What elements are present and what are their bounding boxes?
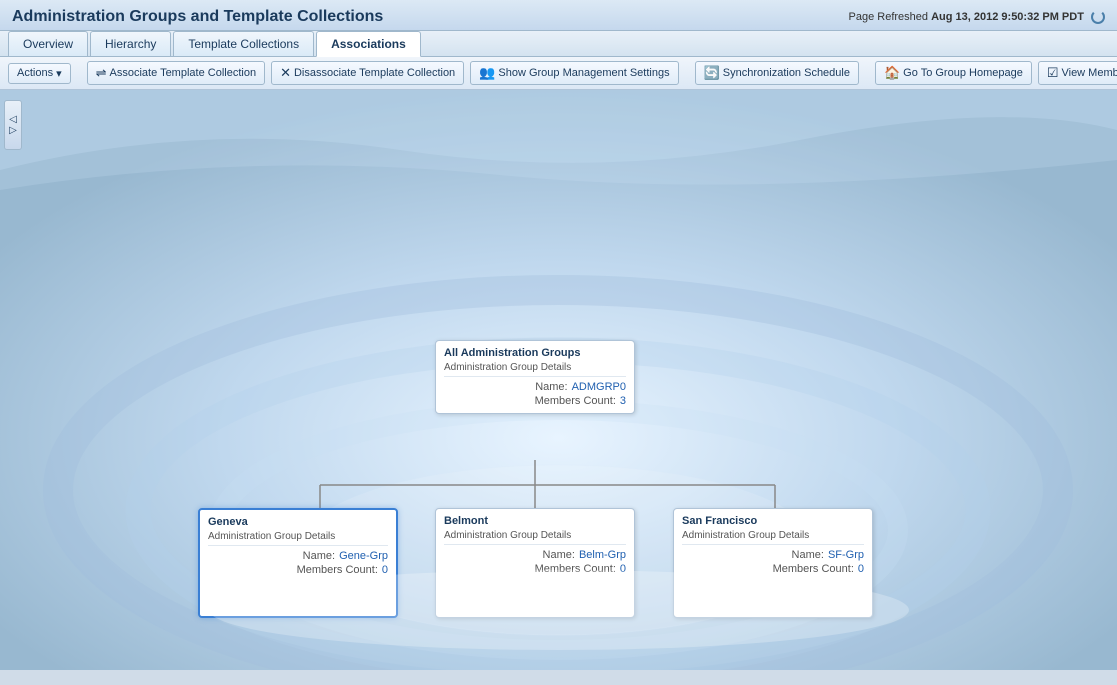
child-node-belmont[interactable]: Belmont Administration Group Details Nam…: [435, 508, 635, 618]
homepage-icon: 🏠: [884, 65, 900, 81]
associate-label: Associate Template Collection: [110, 67, 257, 79]
root-name-label: Name:: [535, 381, 567, 393]
belmont-subtitle: Administration Group Details: [444, 530, 626, 545]
view-members-button[interactable]: ☑ View Members: [1038, 61, 1117, 85]
geneva-title: Geneva: [208, 516, 388, 528]
page-timestamp: Aug 13, 2012 9:50:32 PM PDT: [931, 11, 1084, 23]
geneva-subtitle: Administration Group Details: [208, 531, 388, 546]
page-header: Administration Groups and Template Colle…: [0, 0, 1117, 31]
root-members-value: 3: [620, 395, 626, 407]
child-node-san-francisco[interactable]: San Francisco Administration Group Detai…: [673, 508, 873, 618]
group-mgmt-icon: 👥: [479, 65, 495, 81]
tab-hierarchy[interactable]: Hierarchy: [90, 31, 171, 56]
sf-name-value: SF-Grp: [828, 549, 864, 561]
sync-schedule-icon: 🔄: [704, 65, 720, 81]
belmont-title: Belmont: [444, 515, 626, 527]
sf-title: San Francisco: [682, 515, 864, 527]
go-to-homepage-label: Go To Group Homepage: [903, 67, 1023, 79]
disassociate-label: Disassociate Template Collection: [294, 67, 455, 79]
root-members-label: Members Count:: [535, 395, 616, 407]
actions-label: Actions: [17, 67, 53, 79]
actions-button[interactable]: Actions ▾: [8, 63, 71, 84]
associate-icon: ⇌: [96, 65, 107, 81]
disassociate-icon: ✕: [280, 65, 291, 81]
belmont-name-field: Name: Belm-Grp: [444, 549, 626, 561]
disassociate-button[interactable]: ✕ Disassociate Template Collection: [271, 61, 464, 85]
belmont-members-value: 0: [620, 563, 626, 575]
tab-overview[interactable]: Overview: [8, 31, 88, 56]
sf-name-field: Name: SF-Grp: [682, 549, 864, 561]
tab-bar: Overview Hierarchy Template Collections …: [0, 31, 1117, 57]
geneva-members-value: 0: [382, 564, 388, 576]
page-title: Administration Groups and Template Colle…: [12, 8, 383, 26]
sf-members-value: 0: [858, 563, 864, 575]
refresh-icon[interactable]: [1091, 10, 1105, 24]
root-node-title: All Administration Groups: [444, 347, 626, 359]
belmont-members-field: Members Count: 0: [444, 563, 626, 575]
view-members-icon: ☑: [1047, 65, 1059, 81]
root-node[interactable]: All Administration Groups Administration…: [435, 340, 635, 414]
tree-container: All Administration Groups Administration…: [30, 90, 1117, 670]
geneva-members-label: Members Count:: [297, 564, 378, 576]
toolbar: Actions ▾ ⇌ Associate Template Collectio…: [0, 57, 1117, 90]
page-refresh-info: Page Refreshed Aug 13, 2012 9:50:32 PM P…: [849, 10, 1105, 24]
child-node-geneva[interactable]: Geneva Administration Group Details Name…: [198, 508, 398, 618]
geneva-name-field: Name: Gene-Grp: [208, 550, 388, 562]
collapse-button[interactable]: ◁▷: [4, 100, 22, 150]
sync-schedule-button[interactable]: 🔄 Synchronization Schedule: [695, 61, 859, 85]
belmont-members-label: Members Count:: [535, 563, 616, 575]
show-group-mgmt-label: Show Group Management Settings: [498, 67, 669, 79]
geneva-members-field: Members Count: 0: [208, 564, 388, 576]
tab-associations[interactable]: Associations: [316, 31, 421, 57]
geneva-name-value: Gene-Grp: [339, 550, 388, 562]
actions-dropdown-icon: ▾: [56, 67, 62, 80]
root-node-subtitle: Administration Group Details: [444, 362, 626, 377]
root-name-value: ADMGRP0: [572, 381, 626, 393]
view-members-label: View Members: [1061, 67, 1117, 79]
show-group-mgmt-button[interactable]: 👥 Show Group Management Settings: [470, 61, 678, 85]
belmont-name-value: Belm-Grp: [579, 549, 626, 561]
sf-name-label: Name:: [792, 549, 824, 561]
sf-members-field: Members Count: 0: [682, 563, 864, 575]
geneva-name-label: Name:: [303, 550, 335, 562]
belmont-name-label: Name:: [543, 549, 575, 561]
associate-button[interactable]: ⇌ Associate Template Collection: [87, 61, 265, 85]
go-to-homepage-button[interactable]: 🏠 Go To Group Homepage: [875, 61, 1032, 85]
tab-template-collections[interactable]: Template Collections: [173, 31, 314, 56]
sync-schedule-label: Synchronization Schedule: [723, 67, 850, 79]
root-node-members-field: Members Count: 3: [444, 395, 626, 407]
sf-members-label: Members Count:: [773, 563, 854, 575]
page-refreshed-label: Page Refreshed: [849, 11, 929, 23]
sf-subtitle: Administration Group Details: [682, 530, 864, 545]
main-content: ◁▷ All Administration Groups Administrat…: [0, 90, 1117, 670]
root-node-name-field: Name: ADMGRP0: [444, 381, 626, 393]
